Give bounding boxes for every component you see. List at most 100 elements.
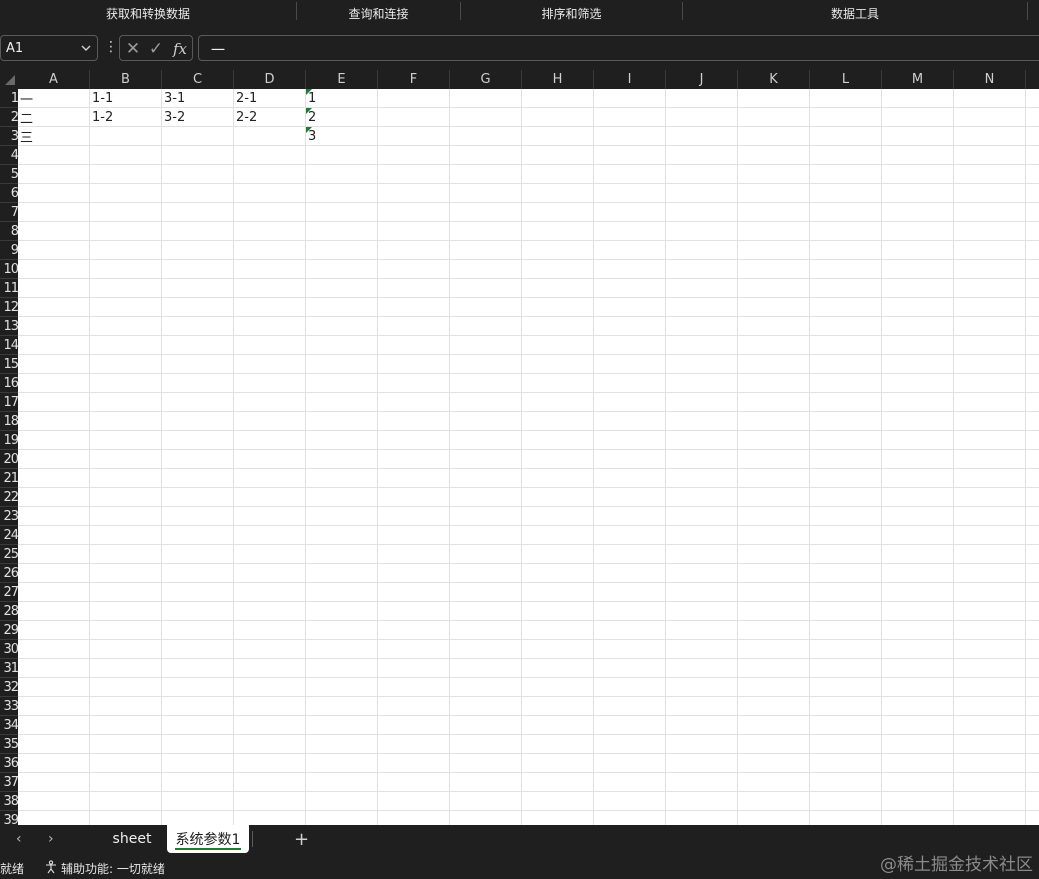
cell-area[interactable]: 一 1-1 3-1 2-1 1 二 1-2 3-2 2-2 2 三 3: [18, 89, 1039, 825]
cell-e1[interactable]: 1: [306, 89, 378, 108]
row-header[interactable]: 7: [0, 203, 18, 222]
cell-e3[interactable]: 3: [306, 127, 378, 146]
row-header[interactable]: 33: [0, 697, 18, 716]
row-header[interactable]: 17: [0, 393, 18, 412]
grid-row-line: [18, 449, 1039, 450]
column-header[interactable]: C: [162, 70, 234, 89]
grid-row-line: [18, 145, 1039, 146]
cell-d1[interactable]: 2-1: [234, 89, 306, 108]
insert-function-icon[interactable]: fx: [170, 39, 190, 59]
row-header[interactable]: 9: [0, 241, 18, 260]
column-header[interactable]: E: [306, 70, 378, 89]
cell-c2[interactable]: 3-2: [162, 108, 234, 127]
sheet-tab-sheet[interactable]: sheet: [100, 825, 164, 853]
ribbon-group-get-transform[interactable]: 获取和转换数据: [0, 0, 296, 26]
column-header[interactable]: B: [90, 70, 162, 89]
row-header[interactable]: 24: [0, 526, 18, 545]
accessibility-icon[interactable]: [44, 860, 58, 874]
chevron-down-icon[interactable]: [81, 43, 91, 53]
cell-a3[interactable]: 三: [18, 127, 90, 146]
row-header[interactable]: 32: [0, 678, 18, 697]
row-header[interactable]: 39: [0, 811, 18, 826]
column-header[interactable]: L: [810, 70, 882, 89]
row-header[interactable]: 11: [0, 279, 18, 298]
row-header[interactable]: 13: [0, 317, 18, 336]
grid-row-line: [18, 810, 1039, 811]
sheet-tab-active[interactable]: 系统参数1: [167, 825, 249, 853]
row-header[interactable]: 15: [0, 355, 18, 374]
column-header[interactable]: K: [738, 70, 810, 89]
column-header[interactable]: J: [666, 70, 738, 89]
column-header[interactable]: F: [378, 70, 450, 89]
cell-a1[interactable]: 一: [18, 89, 90, 108]
row-header[interactable]: 18: [0, 412, 18, 431]
prev-sheet-icon[interactable]: ‹: [16, 831, 22, 847]
tab-divider: [252, 831, 253, 847]
sheet-tab-label: 系统参数1: [175, 832, 241, 848]
cancel-icon[interactable]: ✕: [123, 39, 143, 59]
column-header[interactable]: D: [234, 70, 306, 89]
cell-b2[interactable]: 1-2: [90, 108, 162, 127]
more-options-icon[interactable]: ⋮: [104, 39, 118, 55]
row-header[interactable]: 3: [0, 127, 18, 146]
column-header[interactable]: G: [450, 70, 522, 89]
accessibility-status[interactable]: 辅助功能: 一切就绪: [61, 860, 165, 877]
column-header[interactable]: N: [954, 70, 1026, 89]
column-header[interactable]: H: [522, 70, 594, 89]
add-sheet-button[interactable]: +: [294, 829, 309, 850]
column-header[interactable]: M: [882, 70, 954, 89]
select-all-corner[interactable]: [0, 70, 18, 89]
row-header[interactable]: 4: [0, 146, 18, 165]
row-header[interactable]: 23: [0, 507, 18, 526]
row-header[interactable]: 6: [0, 184, 18, 203]
cell-e2[interactable]: 2: [306, 108, 378, 127]
row-header[interactable]: 35: [0, 735, 18, 754]
row-header[interactable]: 1: [0, 89, 18, 108]
row-header[interactable]: 38: [0, 792, 18, 811]
column-header[interactable]: A: [18, 70, 90, 89]
grid-row-line: [18, 316, 1039, 317]
formula-input[interactable]: 一: [198, 35, 1039, 61]
row-header[interactable]: 19: [0, 431, 18, 450]
row-header[interactable]: 29: [0, 621, 18, 640]
enter-check-icon[interactable]: ✓: [146, 39, 166, 59]
status-ready: 就绪: [0, 862, 25, 876]
row-header[interactable]: 31: [0, 659, 18, 678]
grid-row-line: [18, 430, 1039, 431]
grid-row-line: [18, 164, 1039, 165]
number-as-text-indicator[interactable]: [306, 127, 312, 133]
ribbon-group-queries-connections[interactable]: 查询和连接: [297, 0, 460, 26]
worksheet-grid[interactable]: ABCDEFGHIJKLMN 1 2 3 4 5 6 7 8 9 10 11 12 13 14 15 16 17…: [0, 70, 1039, 825]
cell-c1[interactable]: 3-1: [162, 89, 234, 108]
row-header[interactable]: 2: [0, 108, 18, 127]
grid-row-line: [18, 506, 1039, 507]
row-header[interactable]: 30: [0, 640, 18, 659]
row-header[interactable]: 10: [0, 260, 18, 279]
row-header[interactable]: 21: [0, 469, 18, 488]
row-header[interactable]: 37: [0, 773, 18, 792]
row-header[interactable]: 8: [0, 222, 18, 241]
row-header[interactable]: 14: [0, 336, 18, 355]
row-header[interactable]: 12: [0, 298, 18, 317]
row-header[interactable]: 36: [0, 754, 18, 773]
row-header[interactable]: 5: [0, 165, 18, 184]
name-box[interactable]: A1: [0, 35, 98, 61]
cell-d2[interactable]: 2-2: [234, 108, 306, 127]
row-header[interactable]: 27: [0, 583, 18, 602]
row-header[interactable]: 25: [0, 545, 18, 564]
number-as-text-indicator[interactable]: [306, 108, 312, 114]
row-header[interactable]: 16: [0, 374, 18, 393]
ribbon-group-sort-filter[interactable]: 排序和筛选: [461, 0, 682, 26]
row-header[interactable]: 34: [0, 716, 18, 735]
row-header[interactable]: 28: [0, 602, 18, 621]
row-header[interactable]: 20: [0, 450, 18, 469]
column-header[interactable]: I: [594, 70, 666, 89]
next-sheet-icon[interactable]: ›: [48, 831, 54, 847]
cell-a2[interactable]: 二: [18, 108, 90, 127]
status-bar: 就绪 辅助功能: 一切就绪 @稀土掘金技术社区: [0, 855, 1039, 879]
number-as-text-indicator[interactable]: [306, 89, 312, 95]
cell-b1[interactable]: 1-1: [90, 89, 162, 108]
ribbon-group-data-tools[interactable]: 数据工具: [683, 0, 1027, 26]
row-header[interactable]: 26: [0, 564, 18, 583]
row-header[interactable]: 22: [0, 488, 18, 507]
